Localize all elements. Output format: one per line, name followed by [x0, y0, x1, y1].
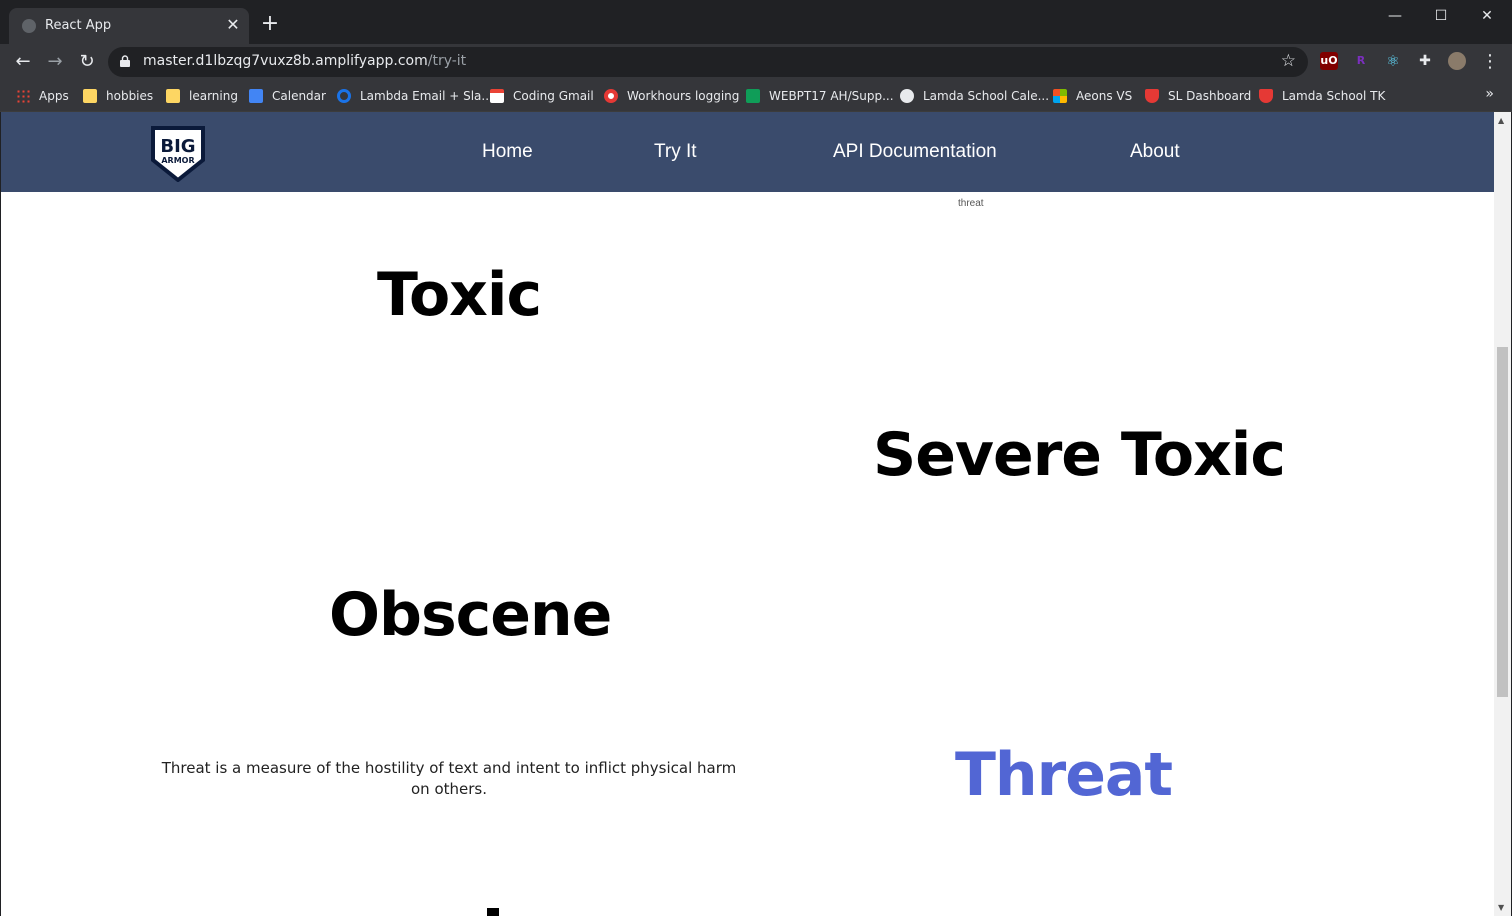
react-devtools-icon[interactable]: ⚛	[1384, 52, 1402, 70]
bookmark-calendar[interactable]: Calendar	[249, 85, 326, 107]
microsoft-icon	[1053, 89, 1067, 103]
bookmark-lamda-school-tk[interactable]: Lamda School TK	[1259, 85, 1385, 107]
browser-tab[interactable]: React App ✕	[9, 8, 249, 44]
circle-icon	[337, 89, 351, 103]
r-extension-icon[interactable]: R	[1352, 52, 1370, 70]
nav-try-it[interactable]: Try It	[654, 141, 697, 163]
close-tab-icon[interactable]: ✕	[224, 15, 242, 35]
bookmark-label: hobbies	[106, 89, 154, 103]
maximize-button[interactable]: ☐	[1418, 4, 1464, 28]
scroll-thumb[interactable]	[1497, 347, 1508, 697]
reload-icon[interactable]: ↻	[75, 50, 99, 74]
profile-avatar[interactable]	[1448, 52, 1466, 70]
page-scrollbar[interactable]: ▲ ▼	[1494, 112, 1511, 916]
nav-home[interactable]: Home	[482, 141, 533, 163]
tab-title: React App	[45, 18, 112, 33]
lock-icon	[120, 55, 130, 67]
gmail-icon	[490, 89, 504, 103]
page-viewport: BIG ARMOR Home Try It API Documentation …	[1, 112, 1511, 916]
bookmark-label: Workhours logging	[627, 89, 740, 103]
bookmark-learning[interactable]: learning	[166, 85, 238, 107]
bookmark-coding-gmail[interactable]: Coding Gmail	[490, 85, 594, 107]
globe-icon	[900, 89, 914, 103]
back-arrow-icon[interactable]: ←	[11, 50, 35, 74]
close-window-button[interactable]: ✕	[1464, 4, 1510, 28]
globe-icon	[22, 19, 36, 33]
menu-kebab-icon[interactable]: ⋮	[1478, 50, 1502, 74]
url-path: /try-it	[427, 53, 467, 69]
bookmark-sl-dashboard[interactable]: SL Dashboard	[1145, 85, 1251, 107]
bookmark-label: Apps	[39, 89, 69, 103]
threat-axis-label: threat	[958, 198, 984, 209]
browser-window: React App ✕ + — ☐ ✕ ← → ↻ master.d1lbzqg…	[0, 0, 1512, 916]
bookmark-label: Aeons VS	[1076, 89, 1133, 103]
ublock-extension-icon[interactable]: uO	[1320, 52, 1338, 70]
target-icon	[604, 89, 618, 103]
bookmark-label: learning	[189, 89, 238, 103]
bookmark-label: Calendar	[272, 89, 326, 103]
bookmark-apps[interactable]: Apps	[16, 85, 69, 107]
bookmark-workhours-logging[interactable]: Workhours logging	[604, 85, 739, 107]
bookmark-label: Coding Gmail	[513, 89, 594, 103]
bookmark-aeons-vs[interactable]: Aeons VS	[1053, 85, 1132, 107]
folder-icon	[83, 89, 97, 103]
site-navbar: BIG ARMOR Home Try It API Documentation …	[1, 112, 1494, 192]
bookmark-lambda-email[interactable]: Lambda Email + Sla...	[337, 85, 493, 107]
bookmark-label: Lamda School Cale...	[923, 89, 1050, 103]
threat-description: Threat is a measure of the hostility of …	[161, 759, 737, 798]
nav-api-documentation[interactable]: API Documentation	[833, 141, 997, 163]
url-text: master.d1lbzqg7vuxz8b.amplifyapp.com/try…	[143, 53, 466, 69]
bookmark-label: Lambda Email + Sla...	[360, 89, 493, 103]
calendar-icon	[249, 89, 263, 103]
logo-text-bottom: ARMOR	[161, 156, 194, 165]
bookmarks-overflow-icon[interactable]: »	[1485, 86, 1494, 102]
extensions-puzzle-icon[interactable]: ✚	[1416, 52, 1434, 70]
bookmark-label: WEBPT17 AH/Supp...	[769, 89, 894, 103]
nav-about[interactable]: About	[1130, 141, 1180, 163]
title-bar: React App ✕ + — ☐ ✕	[0, 0, 1512, 44]
bookmark-star-icon[interactable]: ☆	[1281, 51, 1296, 71]
sheets-plus-icon	[746, 89, 760, 103]
bookmark-label: Lamda School TK	[1282, 89, 1386, 103]
category-obscene[interactable]: Obscene	[329, 580, 612, 650]
scroll-up-arrow-icon[interactable]: ▲	[1498, 116, 1504, 125]
forward-arrow-icon[interactable]: →	[43, 50, 67, 74]
bookmark-label: SL Dashboard	[1168, 89, 1252, 103]
bookmark-hobbies[interactable]: hobbies	[83, 85, 153, 107]
address-bar[interactable]: master.d1lbzqg7vuxz8b.amplifyapp.com/try…	[108, 47, 1308, 77]
big-armor-logo[interactable]: BIG ARMOR	[149, 122, 207, 182]
apps-grid-icon	[16, 89, 30, 103]
category-toxic[interactable]: Toxic	[377, 260, 542, 330]
lambda-shield-icon	[1145, 89, 1159, 103]
browser-toolbar: ← → ↻ master.d1lbzqg7vuxz8b.amplifyapp.c…	[0, 44, 1512, 80]
category-threat[interactable]: Threat	[955, 740, 1173, 810]
bookmarks-bar: Apps hobbies learning Calendar Lambda Em…	[0, 80, 1512, 112]
folder-icon	[166, 89, 180, 103]
minimize-button[interactable]: —	[1372, 4, 1418, 28]
new-tab-button[interactable]: +	[260, 13, 280, 35]
lambda-shield-icon	[1259, 89, 1273, 103]
partial-heading-cutoff	[487, 908, 499, 916]
bookmark-webpt17[interactable]: WEBPT17 AH/Supp...	[746, 85, 894, 107]
bookmark-lamda-school-calendar[interactable]: Lamda School Cale...	[900, 85, 1049, 107]
category-severe-toxic[interactable]: Severe Toxic	[873, 420, 1286, 490]
logo-text-top: BIG	[160, 136, 195, 157]
scroll-down-arrow-icon[interactable]: ▼	[1498, 903, 1504, 912]
url-host: master.d1lbzqg7vuxz8b.amplifyapp.com	[143, 53, 428, 69]
